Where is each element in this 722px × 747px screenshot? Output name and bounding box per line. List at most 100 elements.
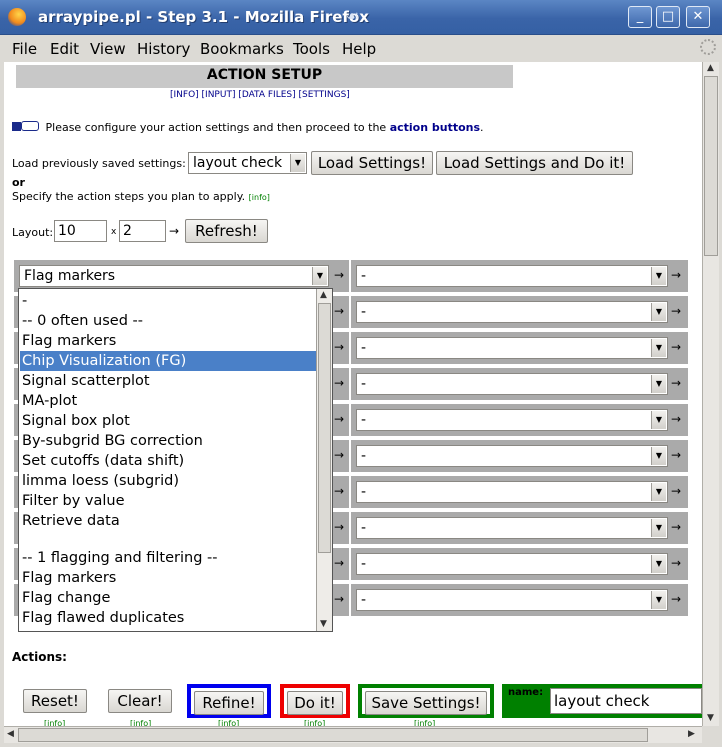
dropdown-option[interactable]: Signal box plot [22, 411, 130, 431]
menu-file[interactable]: File [12, 40, 37, 58]
scroll-down-icon[interactable]: ▼ [707, 713, 714, 723]
title-bar: arraypipe.pl - Step 3.1 - Mozilla Firefo… [0, 0, 722, 35]
step-select[interactable]: - ▼ [356, 337, 668, 359]
step-select[interactable]: - ▼ [356, 553, 668, 575]
dropdown-option[interactable]: Flag markers [22, 568, 116, 588]
refresh-button[interactable]: Refresh! [185, 219, 268, 243]
specify-line: Specify the action steps you plan to app… [12, 190, 270, 203]
dropdown-option[interactable]: MA-plot [22, 391, 77, 411]
load-settings-and-do-button[interactable]: Load Settings and Do it! [436, 151, 633, 175]
dropdown-option[interactable]: Retrieve data [22, 511, 120, 531]
scroll-down-icon[interactable]: ▼ [320, 619, 327, 629]
step-select-value: - [361, 556, 367, 572]
maximize-button[interactable]: □ [656, 6, 680, 28]
dropdown-option[interactable]: Filter by value [22, 491, 125, 511]
nav-links[interactable]: [INFO] [INPUT] [DATA FILES] [SETTINGS] [170, 90, 350, 100]
chevron-down-icon: ▼ [651, 519, 666, 537]
save-info-link[interactable]: [info] [414, 719, 435, 726]
action-buttons-link[interactable]: action buttons [390, 121, 480, 134]
page-horizontal-scrollbar[interactable]: ◀ ▶ [4, 726, 702, 743]
specify-info-link[interactable]: [info] [249, 193, 270, 202]
dropdown-option[interactable]: - [22, 291, 27, 311]
step-select[interactable]: - ▼ [356, 589, 668, 611]
arrow-right-icon: → [334, 592, 345, 606]
dropdown-option[interactable]: By-subgrid BG correction [22, 431, 203, 451]
load-settings-button[interactable]: Load Settings! [311, 151, 433, 175]
dropdown-option[interactable]: Flag flawed duplicates [22, 608, 184, 628]
chevron-down-icon: ▼ [651, 447, 666, 465]
step-cell: - ▼ → [351, 332, 688, 364]
scroll-left-icon[interactable]: ◀ [7, 729, 14, 739]
load-settings-select[interactable]: layout check ▼ [188, 152, 307, 174]
reset-info-link[interactable]: [info] [44, 719, 65, 726]
dropdown-option-selected[interactable]: Chip Visualization (FG) [20, 351, 318, 371]
menu-history[interactable]: History [137, 40, 190, 58]
step-select[interactable]: - ▼ [356, 445, 668, 467]
menu-help[interactable]: Help [342, 40, 376, 58]
dropdown-scroll-thumb[interactable] [318, 303, 331, 553]
menu-edit[interactable]: Edit [50, 40, 79, 58]
dropdown-scrollbar[interactable]: ▲ ▼ [316, 289, 332, 631]
clear-info-link[interactable]: [info] [130, 719, 151, 726]
arrow-right-icon: → [334, 556, 345, 570]
step-select[interactable]: - ▼ [356, 481, 668, 503]
close-button[interactable]: ✕ [686, 6, 710, 28]
page-vertical-scrollbar[interactable]: ▲ ▼ [702, 62, 719, 726]
scroll-up-icon[interactable]: ▲ [707, 63, 714, 73]
minimize-button[interactable]: _ [628, 6, 652, 28]
menu-bookmarks[interactable]: Bookmarks [200, 40, 284, 58]
reset-button[interactable]: Reset! [23, 689, 87, 713]
dropdown-option[interactable]: Flag markers [22, 331, 116, 351]
step-select[interactable]: - ▼ [356, 517, 668, 539]
chevron-down-icon: ▼ [651, 411, 666, 429]
menu-tools[interactable]: Tools [293, 40, 330, 58]
step-select[interactable]: - ▼ [356, 409, 668, 431]
layout-columns-input[interactable]: 10 [54, 220, 107, 242]
step-select-value: - [361, 448, 367, 464]
dropdown-option[interactable]: -- 1 flagging and filtering -- [22, 548, 217, 568]
step-cell: - ▼ → [351, 440, 688, 472]
clear-button[interactable]: Clear! [108, 689, 172, 713]
instruction-text: Please configure your action settings an… [45, 121, 390, 134]
instruction-end: . [480, 121, 484, 134]
layout-x-label: x [111, 227, 117, 237]
arrow-right-icon: → [671, 520, 682, 534]
step-select[interactable]: - ▼ [356, 373, 668, 395]
doit-info-link[interactable]: [info] [304, 719, 325, 726]
step-select-value: - [361, 376, 367, 392]
refine-button-frame: Refine! [187, 684, 271, 718]
step-select[interactable]: - ▼ [356, 265, 668, 287]
throbber-icon [700, 39, 716, 55]
step-select-value: Flag markers [24, 268, 116, 284]
step-select-value: - [361, 304, 367, 320]
page-hscroll-thumb[interactable] [18, 728, 648, 742]
save-settings-button[interactable]: Save Settings! [365, 691, 487, 715]
refine-info-link[interactable]: [info] [218, 719, 239, 726]
step-select-value: - [361, 412, 367, 428]
step-dropdown-list[interactable]: - -- 0 often used -- Flag markers Chip V… [18, 288, 333, 632]
step-select-1[interactable]: Flag markers ▼ [19, 265, 329, 287]
arrow-right-icon: → [671, 556, 682, 570]
page-scroll-thumb[interactable] [704, 76, 718, 256]
save-button-frame: Save Settings! [358, 684, 494, 718]
dropdown-option[interactable]: -- 0 often used -- [22, 311, 143, 331]
page-title: ACTION SETUP [16, 65, 513, 88]
arrow-right-icon: → [671, 448, 682, 462]
step-cell: - ▼ → [351, 260, 688, 292]
dropdown-option[interactable]: Signal scatterplot [22, 371, 150, 391]
step-select[interactable]: - ▼ [356, 301, 668, 323]
dropdown-option[interactable]: limma loess (subgrid) [22, 471, 179, 491]
swirl-icon: ☙ [346, 7, 360, 25]
name-input[interactable]: layout check [550, 688, 702, 714]
scroll-up-icon[interactable]: ▲ [320, 290, 327, 300]
name-field-frame: name: layout check [502, 684, 702, 718]
scroll-right-icon[interactable]: ▶ [688, 729, 695, 739]
arrow-right-icon: → [169, 224, 180, 238]
dropdown-option[interactable]: Set cutoffs (data shift) [22, 451, 184, 471]
refine-button[interactable]: Refine! [194, 691, 264, 715]
do-it-button[interactable]: Do it! [287, 691, 343, 715]
dropdown-option[interactable]: Flag change [22, 588, 110, 608]
arrow-right-icon: → [671, 412, 682, 426]
layout-rows-input[interactable]: 2 [119, 220, 166, 242]
menu-view[interactable]: View [90, 40, 126, 58]
